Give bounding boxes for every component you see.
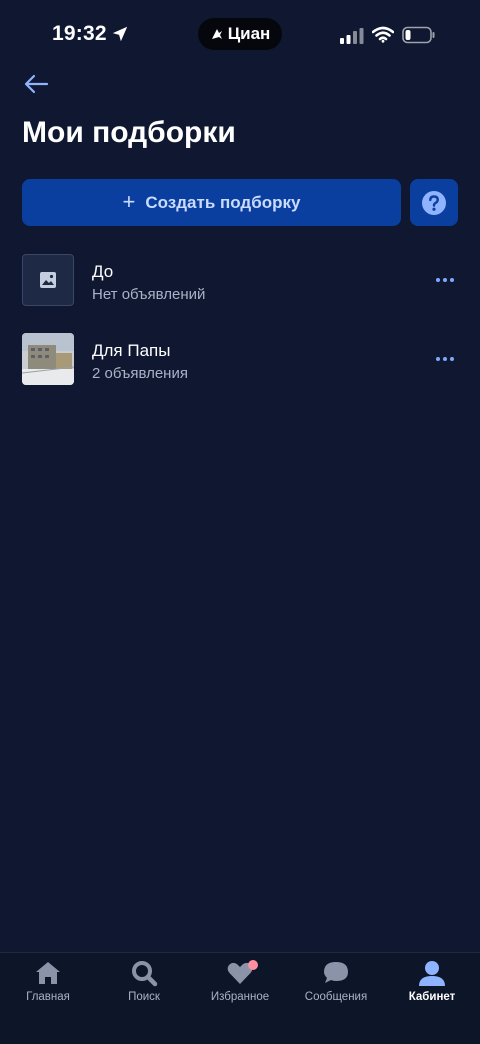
more-options-button[interactable] <box>430 268 460 292</box>
page-title: Мои подборки <box>22 116 236 149</box>
collection-title: Для Папы <box>92 341 171 360</box>
more-dot <box>450 357 454 361</box>
status-bar: 19:32 Циан <box>0 0 480 70</box>
wifi-icon <box>372 26 394 43</box>
tab-bar: Главная Поиск Избранное Сообщения Кабине… <box>0 952 480 1044</box>
collection-title: До <box>92 262 114 281</box>
tab-favorites[interactable]: Избранное <box>192 953 288 1013</box>
create-collection-button[interactable]: + Создать подборку <box>22 179 401 226</box>
location-arrow-icon <box>112 26 128 42</box>
tab-label: Поиск <box>128 991 160 1003</box>
more-dot <box>450 278 454 282</box>
collection-count: 2 объявления <box>92 365 188 382</box>
collection-thumbnail-photo <box>22 333 74 385</box>
home-icon <box>36 962 60 984</box>
tab-messages[interactable]: Сообщения <box>288 953 384 1013</box>
more-dot <box>443 357 447 361</box>
create-collection-label: Создать подборку <box>145 192 301 212</box>
building-photo <box>22 333 74 385</box>
status-time: 19:32 <box>52 22 107 45</box>
tab-label: Сообщения <box>304 991 368 1003</box>
help-button[interactable] <box>410 179 458 226</box>
collection-item[interactable]: До Нет объявлений <box>0 254 480 314</box>
tab-cabinet[interactable]: Кабинет <box>384 953 480 1013</box>
more-options-button[interactable] <box>430 347 460 371</box>
tab-search[interactable]: Поиск <box>96 953 192 1013</box>
more-dot <box>436 278 440 282</box>
battery-icon <box>402 26 435 44</box>
image-placeholder-icon <box>40 272 56 288</box>
plus-icon: + <box>122 188 136 214</box>
island-label: Циан <box>227 24 271 43</box>
tab-label: Избранное <box>210 991 270 1003</box>
tab-label: Главная <box>26 991 70 1003</box>
arrow-left-icon <box>24 74 49 94</box>
search-icon <box>132 961 158 987</box>
more-dot <box>443 278 447 282</box>
back-button[interactable] <box>20 70 52 98</box>
dynamic-island: Циан <box>198 18 282 50</box>
collection-count: Нет объявлений <box>92 286 206 303</box>
cian-logo-icon <box>211 29 222 39</box>
chat-icon <box>324 962 348 983</box>
tab-label: Кабинет <box>408 991 456 1003</box>
profile-icon <box>419 961 445 986</box>
collection-thumbnail-placeholder <box>22 254 74 306</box>
question-icon <box>422 190 446 215</box>
tab-home[interactable]: Главная <box>0 953 96 1013</box>
collection-item[interactable]: Для Папы 2 объявления <box>0 333 480 393</box>
notification-badge <box>248 960 258 970</box>
signal-icon <box>340 28 364 44</box>
more-dot <box>436 357 440 361</box>
